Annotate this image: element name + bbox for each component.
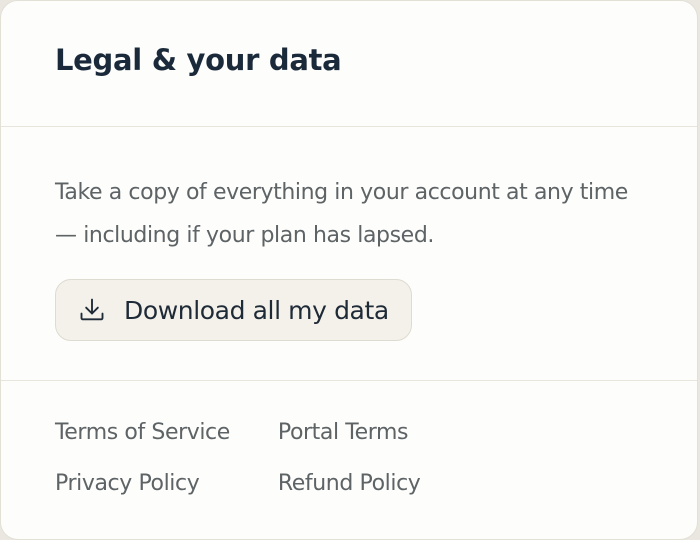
section-title: Legal & your data bbox=[55, 42, 342, 77]
download-data-button[interactable]: Download all my data bbox=[55, 279, 412, 341]
data-export-section: Take a copy of everything in your accoun… bbox=[1, 127, 697, 381]
privacy-policy-link[interactable]: Privacy Policy bbox=[55, 468, 230, 500]
legal-links: Terms of Service Portal Terms Privacy Po… bbox=[1, 381, 697, 500]
export-description: Take a copy of everything in your accoun… bbox=[55, 180, 628, 248]
download-icon bbox=[80, 298, 104, 321]
portal-terms-link[interactable]: Portal Terms bbox=[278, 417, 421, 449]
download-button-label: Download all my data bbox=[124, 295, 389, 325]
card-header: Legal & your data bbox=[1, 1, 697, 127]
legal-data-card: Legal & your data Take a copy of everyth… bbox=[0, 0, 698, 540]
refund-policy-link[interactable]: Refund Policy bbox=[278, 468, 421, 500]
terms-of-service-link[interactable]: Terms of Service bbox=[55, 417, 230, 449]
